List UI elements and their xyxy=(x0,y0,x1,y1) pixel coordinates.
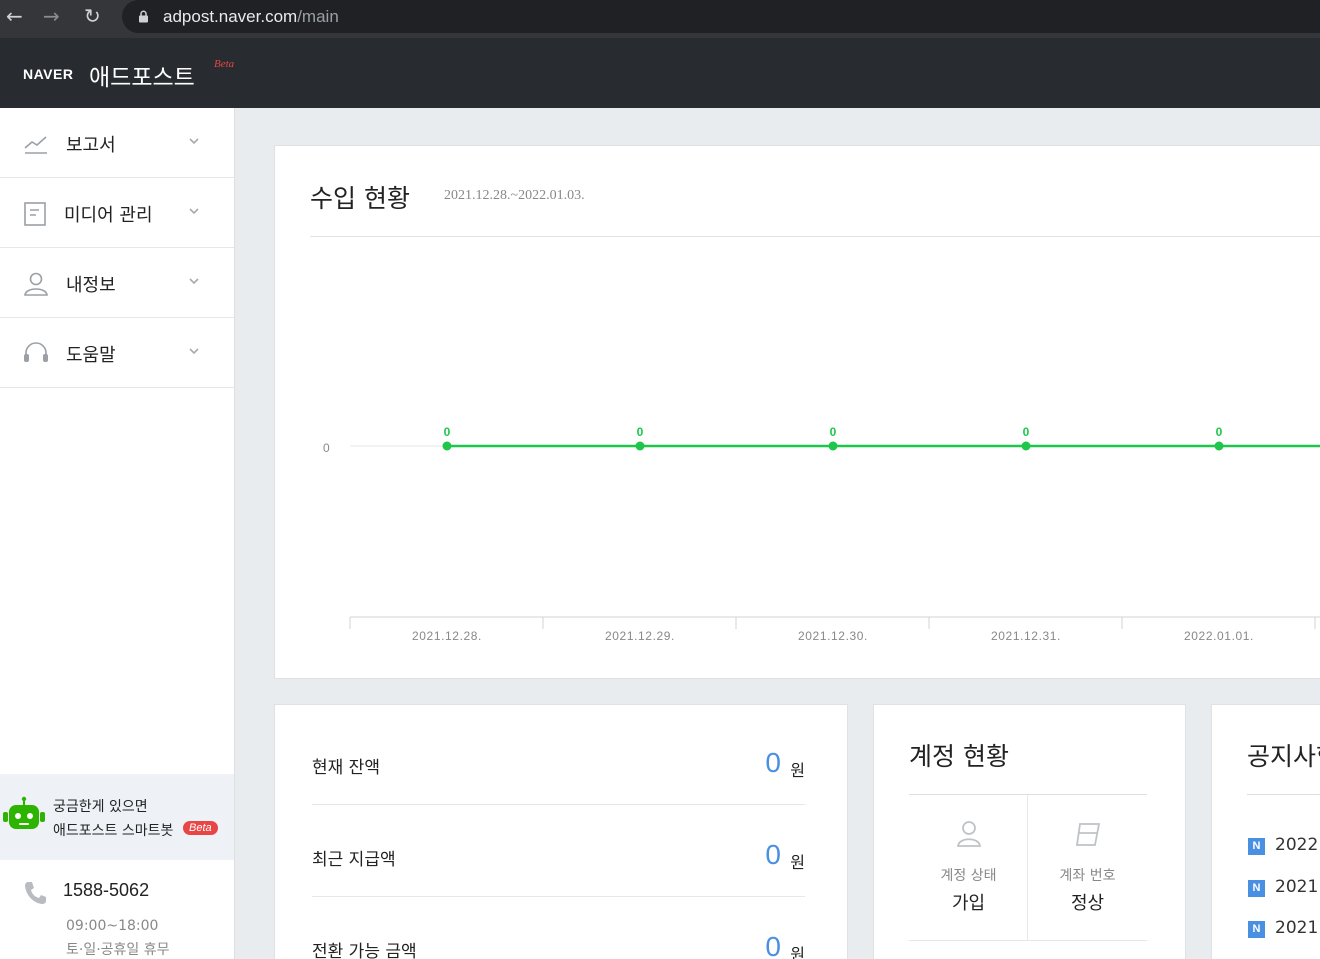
data-point xyxy=(635,441,645,451)
data-point xyxy=(1214,441,1224,451)
revenue-card: 수입 현황 2021.12.28.~2022.01.03. 0 2021.12.2… xyxy=(274,145,1320,679)
x-tick-label: 2022.01.01. xyxy=(1184,629,1254,643)
adpost-logo[interactable]: 애드포스트 xyxy=(89,58,195,92)
data-point xyxy=(1021,441,1031,451)
data-label: 0 xyxy=(1023,425,1030,439)
account-status-label: 계정 상태 xyxy=(940,868,997,884)
notice-item-text: 2022년 xyxy=(1275,835,1320,855)
balance-value: 0 xyxy=(765,931,781,959)
account-status[interactable]: 계정 상태 가입 xyxy=(909,795,1028,940)
sidebar-item-label: 보고서 xyxy=(66,135,116,156)
site-header: NAVER 애드포스트 Beta xyxy=(0,38,1320,108)
account-status-value: 가입 xyxy=(951,893,986,914)
data-label: 0 xyxy=(637,425,644,439)
user-icon xyxy=(956,821,982,847)
chevron-down-icon xyxy=(189,278,199,285)
chevron-down-icon xyxy=(189,348,199,355)
x-tick-label: 2021.12.29. xyxy=(605,629,675,643)
naver-n-icon: N xyxy=(1248,921,1265,938)
notice-item[interactable]: N 2021년 xyxy=(1248,872,1320,897)
revenue-chart: 0 2021.12.28. 2021.12.29. 2021.12.30. 2021.1… xyxy=(323,425,1320,643)
notice-title: 공지사항 xyxy=(1247,742,1320,771)
notice-item[interactable]: N 2022년 xyxy=(1248,830,1320,855)
forward-arrow-icon[interactable]: → xyxy=(43,6,60,26)
trend-chart-icon xyxy=(24,136,47,154)
balance-label: 전환 가능 금액 xyxy=(312,942,417,959)
account-card: 계정 현황 계정 상태 가입 계좌 번호 정상 xyxy=(873,704,1186,959)
smartbot-banner[interactable]: 궁금한게 있으면 애드포스트 스마트봇 Beta xyxy=(0,774,234,860)
balance-card: 현재 잔액 0 원 최근 지급액 0 원 전환 가능 금액 0 원 xyxy=(274,704,848,959)
data-label: 0 xyxy=(444,425,451,439)
x-tick-label: 2021.12.30. xyxy=(798,629,868,643)
account-bank-value: 정상 xyxy=(1070,893,1105,914)
smartbot-text: 궁금한게 있으면 xyxy=(53,799,148,815)
chevron-down-icon xyxy=(189,138,199,145)
support-holiday: 토·일·공휴일 휴무 xyxy=(66,942,170,958)
y-tick-label: 0 xyxy=(323,441,330,455)
account-title: 계정 현황 xyxy=(909,742,1009,771)
sidebar-item-report[interactable]: 보고서 xyxy=(0,108,234,178)
sidebar-item-label: 도움말 xyxy=(66,345,116,366)
sidebar: 보고서 미디어 관리 내정보 도움말 궁금한게 있으면 애드포스트 스마트봇 B… xyxy=(0,108,235,959)
support-phone: 1588-5062 xyxy=(63,880,150,900)
beta-badge: Beta xyxy=(214,58,235,70)
x-tick-label: 2021.12.28. xyxy=(412,629,482,643)
data-label: 0 xyxy=(1216,425,1223,439)
balance-unit: 원 xyxy=(790,761,805,780)
balance-row-current: 현재 잔액 0 원 xyxy=(312,713,805,805)
lock-icon xyxy=(139,10,148,23)
headset-icon xyxy=(24,342,48,362)
sidebar-item-myinfo[interactable]: 내정보 xyxy=(0,248,234,318)
balance-row-convertible: 전환 가능 금액 0 원 xyxy=(312,897,805,959)
data-point xyxy=(442,441,452,451)
beta-badge: Beta xyxy=(183,821,218,835)
document-icon xyxy=(24,202,46,226)
account-bank[interactable]: 계좌 번호 정상 xyxy=(1028,795,1147,940)
account-bank-label: 계좌 번호 xyxy=(1059,868,1116,884)
sidebar-item-label: 내정보 xyxy=(66,275,116,296)
balance-unit: 원 xyxy=(790,853,805,872)
balance-unit: 원 xyxy=(790,945,805,959)
notice-item[interactable]: N 2021년 xyxy=(1248,913,1320,938)
balance-label: 최근 지급액 xyxy=(312,850,396,870)
user-icon xyxy=(24,272,48,296)
notice-item-text: 2021년 xyxy=(1275,877,1320,897)
balance-label: 현재 잔액 xyxy=(312,758,380,778)
balance-value: 0 xyxy=(765,839,781,870)
sidebar-item-media[interactable]: 미디어 관리 xyxy=(0,178,234,248)
url-text: adpost.naver.com/main xyxy=(163,7,339,26)
bankbook-icon xyxy=(1075,823,1101,846)
robot-icon xyxy=(3,796,45,829)
browser-toolbar: ← → ↻ adpost.naver.com/main xyxy=(0,0,1320,38)
data-point xyxy=(828,441,838,451)
sidebar-item-label: 미디어 관리 xyxy=(64,205,153,226)
x-tick-label: 2021.12.31. xyxy=(991,629,1061,643)
back-arrow-icon[interactable]: ← xyxy=(6,6,23,26)
smartbot-title: 애드포스트 스마트봇 xyxy=(53,823,174,839)
address-bar[interactable]: adpost.naver.com/main xyxy=(122,0,1320,33)
balance-row-recent: 최근 지급액 0 원 xyxy=(312,805,805,897)
naver-logo[interactable]: NAVER xyxy=(23,66,73,82)
balance-value: 0 xyxy=(765,747,781,778)
naver-n-icon: N xyxy=(1248,838,1265,855)
chevron-down-icon xyxy=(189,208,199,215)
divider xyxy=(1247,794,1320,795)
notice-item-text: 2021년 xyxy=(1275,918,1320,938)
notice-card: 공지사항 N 2022년 N 2021년 N 2021년 xyxy=(1211,704,1320,959)
reload-icon[interactable]: ↻ xyxy=(84,6,101,26)
support-hours: 09:00~18:00 xyxy=(66,918,159,934)
data-label: 0 xyxy=(830,425,837,439)
naver-n-icon: N xyxy=(1248,880,1265,897)
sidebar-item-help[interactable]: 도움말 xyxy=(0,318,234,388)
divider xyxy=(909,940,1147,941)
phone-icon xyxy=(25,882,46,904)
